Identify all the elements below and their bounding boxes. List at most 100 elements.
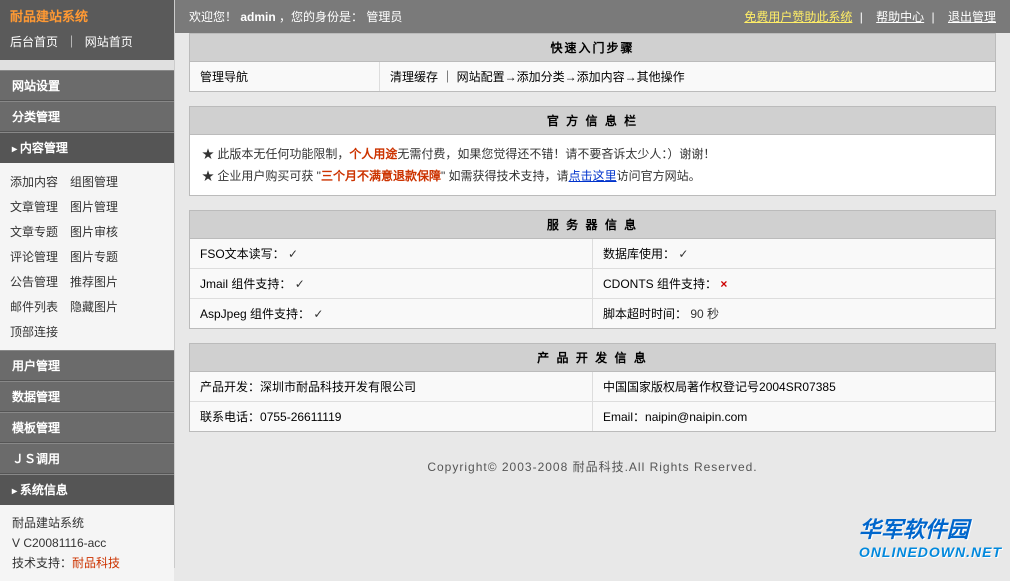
server-cell: 脚本超时时间： 90 秒 [593,299,995,328]
label: 中国国家版权局著作权登记号 [603,380,759,394]
dev-cell: 产品开发：深圳市耐品科技开发有限公司 [190,372,593,401]
sidebar-title: 耐品建站系统 [10,6,164,29]
sponsor-link[interactable]: 免费用户赞助此系统 [744,10,852,24]
label: Email： [603,410,645,424]
nav-sub-item[interactable]: 图片专题 [70,248,118,265]
nav-sub-row: 文章专题图片审核 [10,219,164,244]
official-title: 官 方 信 息 栏 [190,107,995,135]
label: CDONTS 组件支持： [603,277,717,291]
nav-sub-item[interactable]: 添加内容 [10,173,58,190]
server-title: 服 务 器 信 息 [190,211,995,239]
nav-sub-row: 邮件列表隐藏图片 [10,294,164,319]
tel-cell: 联系电话：0755-26611119 [190,402,593,431]
nav-sub-item[interactable]: 顶部连接 [10,323,58,340]
label: 脚本超时时间： [603,307,687,321]
topbar: 欢迎您！ admin ，您的身份是： 管理员 免费用户赞助此系统 | 帮助中心 … [175,0,1010,33]
role: 管理员 [366,10,402,24]
help-link[interactable]: 帮助中心 [876,10,924,24]
product-title: 产 品 开 发 信 息 [190,344,995,372]
welcome-text: 欢迎您！ admin ，您的身份是： 管理员 [189,8,402,25]
label: FSO文本读写： [200,247,285,261]
server-cell: FSO文本读写： ✓ [190,239,593,268]
welcome-prefix: 欢迎您！ [189,10,237,24]
nav-sub-item[interactable]: 推荐图片 [70,273,118,290]
text: ★ 此版本无任何功能限制， [202,147,349,161]
highlight: 个人用途 [349,147,397,161]
quickstart-steps: 清理缓存 ｜ 网站配置→添加分类→添加内容→其他操作 [380,62,995,91]
label: 联系电话： [200,410,260,424]
nav-js-call[interactable]: ＪＳ调用 [0,443,174,474]
official-line1: ★ 此版本无任何功能限制，个人用途无需付费，如果您觉得还不错！请不要吝诉太少人：… [202,143,983,165]
sys-version: V C20081116-acc [12,533,162,553]
product-row: 产品开发：深圳市耐品科技开发有限公司 中国国家版权局著作权登记号2004SR07… [190,372,995,402]
check-icon: 90 秒 [690,307,719,321]
server-cell: CDONTS 组件支持： × [593,269,995,298]
text: ★ 企业用户购买可获 " [202,169,321,183]
server-row: Jmail 组件支持： ✓CDONTS 组件支持： × [190,269,995,299]
official-link[interactable]: 点击这里 [569,169,617,183]
nav-sub-item[interactable]: 图片审核 [70,223,118,240]
role-prefix: ，您的身份是： [279,10,363,24]
nav-category-mgmt[interactable]: 分类管理 [0,101,174,132]
cross-icon: × [720,277,727,291]
sidebar: 耐品建站系统 后台首页 ｜ 网站首页 网站设置 分类管理 内容管理 添加内容组图… [0,0,175,568]
quickstart-panel: 快速入门步骤 管理导航 清理缓存 ｜ 网站配置→添加分类→添加内容→其他操作 [189,33,996,92]
nav-sub-row: 顶部连接 [10,319,164,344]
email-cell: Email：naipin@naipin.com [593,402,995,431]
frontend-home-link[interactable]: 网站首页 [85,35,133,49]
reg-cell: 中国国家版权局著作权登记号2004SR07385 [593,372,995,401]
sidebar-header: 耐品建站系统 后台首页 ｜ 网站首页 [0,0,174,60]
official-line2: ★ 企业用户购买可获 "三个月不满意退款保障" 如需获得技术支持，请点击这里访问… [202,165,983,187]
nav-sub-row: 文章管理图片管理 [10,194,164,219]
nav-sub-item[interactable]: 公告管理 [10,273,58,290]
quickstart-row: 管理导航 清理缓存 ｜ 网站配置→添加分类→添加内容→其他操作 [190,62,995,91]
separator: ｜ [65,35,77,49]
value: 2004SR07385 [759,380,836,394]
main: 欢迎您！ admin ，您的身份是： 管理员 免费用户赞助此系统 | 帮助中心 … [175,0,1010,568]
nav-sub-item[interactable]: 图片管理 [70,198,118,215]
nav-sub-item[interactable]: 组图管理 [70,173,118,190]
footer: Copyright© 2003-2008 耐品科技.All Rights Res… [189,446,996,487]
nav-sub-item[interactable]: 隐藏图片 [70,298,118,315]
sys-info-body: 耐品建站系统 V C20081116-acc 技术支持：耐品科技 [0,505,174,581]
label: AspJpeg 组件支持： [200,307,310,321]
server-row: FSO文本读写： ✓数据库使用： ✓ [190,239,995,269]
quickstart-nav-label: 管理导航 [190,62,380,91]
text: 无需付费，如果您觉得还不错！请不要吝诉太少人：）谢谢！ [397,147,715,161]
value: naipin@naipin.com [645,410,747,424]
server-row: AspJpeg 组件支持： ✓脚本超时时间： 90 秒 [190,299,995,328]
product-row: 联系电话：0755-26611119 Email：naipin@naipin.c… [190,402,995,431]
text: 访问官方网站。 [617,169,701,183]
check-icon: ✓ [678,247,688,261]
logout-link[interactable]: 退出管理 [948,10,996,24]
product-panel: 产 品 开 发 信 息 产品开发：深圳市耐品科技开发有限公司 中国国家版权局著作… [189,343,996,432]
nav-sub-item[interactable]: 评论管理 [10,248,58,265]
value: 0755-26611119 [260,410,341,424]
separator: | [860,10,863,24]
sys-support: 技术支持：耐品科技 [12,553,162,573]
check-icon: ✓ [288,247,298,261]
nav-content-mgmt[interactable]: 内容管理 [0,132,174,163]
nav-data-mgmt[interactable]: 数据管理 [0,381,174,412]
official-body: ★ 此版本无任何功能限制，个人用途无需付费，如果您觉得还不错！请不要吝诉太少人：… [190,135,995,195]
official-panel: 官 方 信 息 栏 ★ 此版本无任何功能限制，个人用途无需付费，如果您觉得还不错… [189,106,996,196]
text: " 如需获得技术支持，请 [441,169,569,183]
nav-content-sub: 添加内容组图管理文章管理图片管理文章专题图片审核评论管理图片专题公告管理推荐图片… [0,163,174,350]
nav-sub-row: 评论管理图片专题 [10,244,164,269]
check-icon: ✓ [295,277,305,291]
server-panel: 服 务 器 信 息 FSO文本读写： ✓数据库使用： ✓Jmail 组件支持： … [189,210,996,329]
value: 深圳市耐品科技开发有限公司 [260,380,416,394]
backend-home-link[interactable]: 后台首页 [10,35,58,49]
nav-section: 网站设置 分类管理 内容管理 添加内容组图管理文章管理图片管理文章专题图片审核评… [0,70,174,581]
nav-user-mgmt[interactable]: 用户管理 [0,350,174,381]
nav-sub-item[interactable]: 文章管理 [10,198,58,215]
sidebar-topnav: 后台首页 ｜ 网站首页 [10,29,164,54]
quickstart-title: 快速入门步骤 [190,34,995,62]
nav-site-settings[interactable]: 网站设置 [0,70,174,101]
content-area: 快速入门步骤 管理导航 清理缓存 ｜ 网站配置→添加分类→添加内容→其他操作 官… [175,33,1010,487]
nav-sub-row: 添加内容组图管理 [10,169,164,194]
nav-sub-item[interactable]: 文章专题 [10,223,58,240]
nav-template-mgmt[interactable]: 模板管理 [0,412,174,443]
nav-sub-item[interactable]: 邮件列表 [10,298,58,315]
nav-sys-info[interactable]: 系统信息 [0,474,174,505]
